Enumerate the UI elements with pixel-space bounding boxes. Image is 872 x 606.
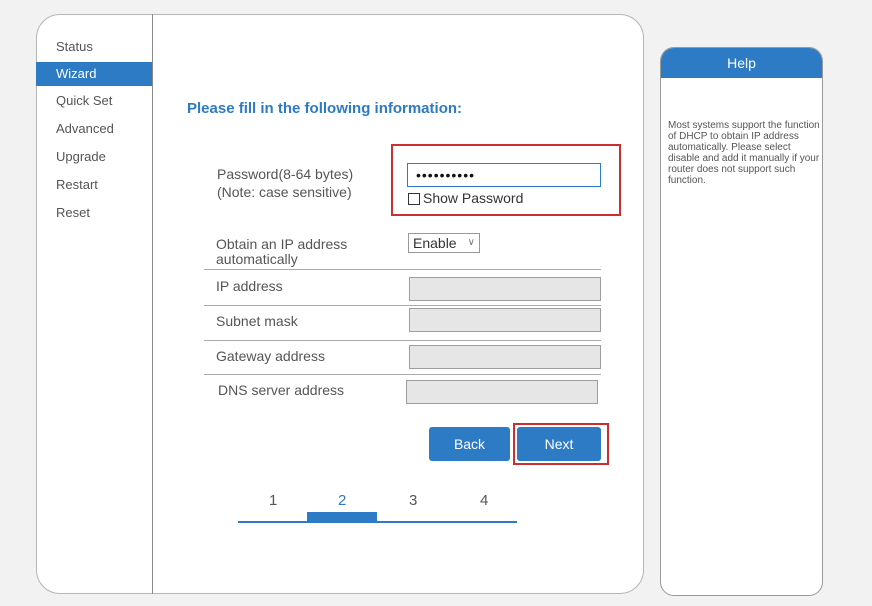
divider-line (204, 374, 601, 375)
sidebar-item-reset[interactable]: Reset (36, 200, 152, 226)
dhcp-label-line2: automatically (216, 251, 298, 267)
help-text: Most systems support the function of DHC… (668, 120, 820, 186)
next-button[interactable]: Next (517, 427, 601, 461)
sidebar-item-status[interactable]: Status (36, 34, 152, 60)
dhcp-select-value: Enable (413, 235, 457, 251)
divider-line (204, 269, 601, 270)
sidebar-item-quick-set[interactable]: Quick Set (36, 88, 152, 114)
step-progress-line (238, 521, 517, 523)
ip-address-label: IP address (216, 278, 283, 294)
help-panel: Help Most systems support the function o… (660, 47, 823, 596)
dns-server-address-label: DNS server address (218, 382, 345, 398)
divider-line (204, 305, 601, 306)
password-label-line2: (Note: case sensitive) (217, 184, 352, 200)
step-2: 2 (338, 492, 347, 509)
ip-address-field (409, 277, 601, 301)
page-title: Please fill in the following information… (187, 100, 463, 117)
step-4: 4 (480, 492, 489, 509)
dns-server-address-field (406, 380, 598, 404)
gateway-address-field (409, 345, 601, 369)
dhcp-select[interactable]: Enable ∨ (408, 233, 480, 253)
password-label-line1: Password(8-64 bytes) (217, 166, 354, 182)
subnet-mask-label: Subnet mask (216, 313, 298, 329)
sidebar: Status Wizard Quick Set Advanced Upgrade… (36, 34, 152, 228)
password-input[interactable]: •••••••••• (407, 163, 601, 187)
step-3: 3 (409, 492, 418, 509)
sidebar-item-advanced[interactable]: Advanced (36, 116, 152, 142)
chevron-down-icon: ∨ (467, 237, 475, 248)
show-password-label[interactable]: Show Password (423, 190, 523, 206)
sidebar-item-wizard[interactable]: Wizard (36, 62, 152, 86)
current-step-indicator (307, 512, 377, 522)
divider-line (204, 340, 601, 341)
help-title: Help (661, 48, 822, 78)
sidebar-item-restart[interactable]: Restart (36, 172, 152, 198)
show-password-checkbox[interactable] (408, 193, 420, 205)
subnet-mask-field (409, 308, 601, 332)
sidebar-divider (152, 14, 153, 594)
gateway-address-label: Gateway address (216, 348, 325, 364)
back-button[interactable]: Back (429, 427, 510, 461)
step-1: 1 (269, 492, 278, 509)
sidebar-item-upgrade[interactable]: Upgrade (36, 144, 152, 170)
